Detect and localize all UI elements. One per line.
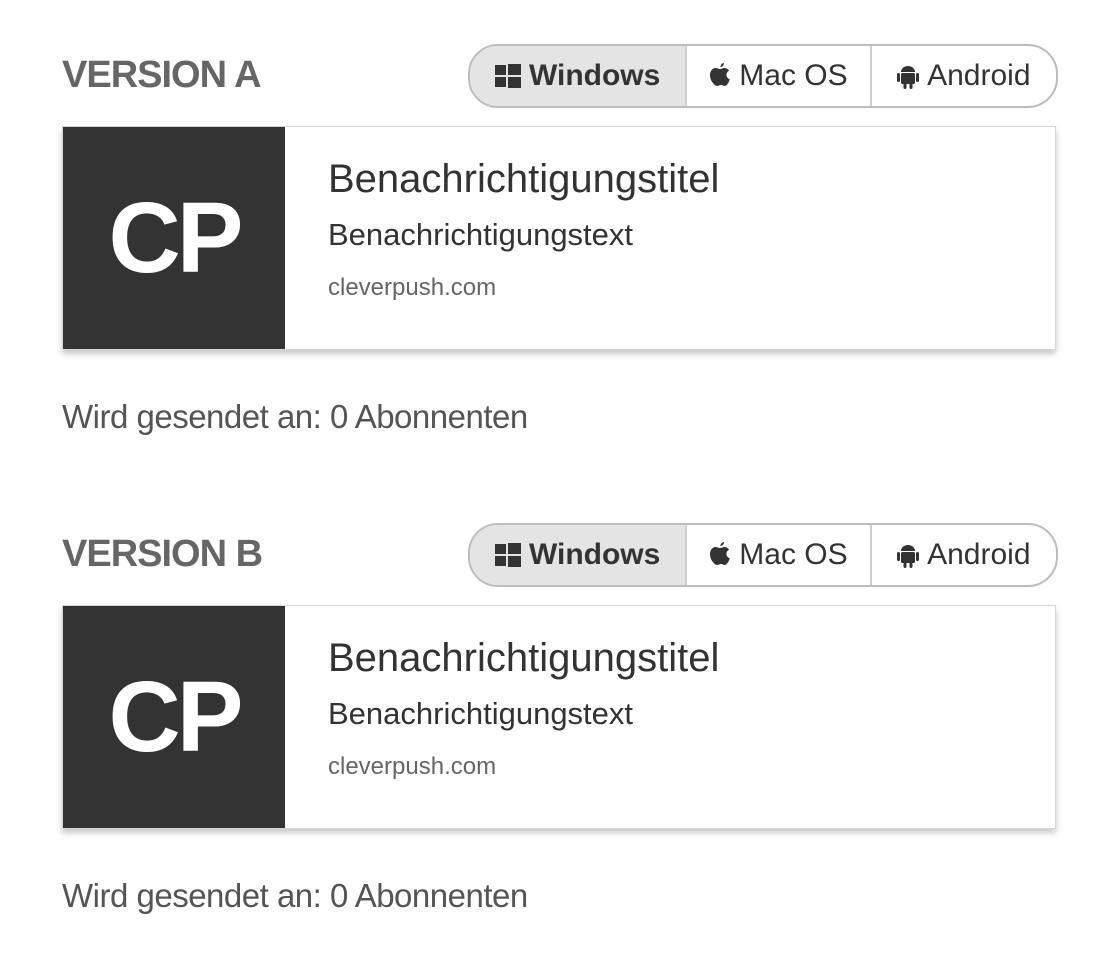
version-a-os-switch: Windows Mac OS Android	[468, 44, 1058, 108]
version-b-recipients: Wird gesendet an: 0 Abonnenten	[62, 877, 528, 914]
android-icon	[897, 63, 920, 89]
version-a-notification-text: Benachrichtigungstext	[328, 217, 634, 252]
version-a-windows-button[interactable]: Windows	[470, 46, 688, 106]
version-b-macos-label: Mac OS	[739, 538, 848, 571]
version-a-android-label: Android	[927, 59, 1031, 92]
version-b-notification-body: Benachrichtigungstitel Benachrichtigungs…	[285, 606, 719, 828]
version-b-header: VERSION B Windows Mac OS Android	[62, 523, 1058, 587]
apple-icon	[709, 63, 731, 89]
version-a-section: VERSION A Windows Mac OS Android CP Bena…	[62, 44, 1058, 436]
version-a-notification-domain: cleverpush.com	[328, 274, 497, 301]
windows-icon	[494, 543, 521, 567]
version-b-notification-preview: CP Benachrichtigungstitel Benachrichtigu…	[62, 605, 1056, 829]
version-b-notification-text: Benachrichtigungstext	[328, 696, 634, 731]
version-a-notification-body: Benachrichtigungstitel Benachrichtigungs…	[285, 127, 719, 349]
version-b-notification-icon: CP	[63, 606, 285, 828]
apple-icon	[709, 542, 731, 568]
version-b-os-switch: Windows Mac OS Android	[468, 523, 1058, 587]
version-b-android-button[interactable]: Android	[872, 525, 1056, 585]
version-a-recipients: Wird gesendet an: 0 Abonnenten	[62, 398, 528, 435]
version-b-section: VERSION B Windows Mac OS Android CP Bena…	[62, 523, 1058, 915]
version-a-notification-icon: CP	[63, 127, 285, 349]
version-b-android-label: Android	[927, 538, 1031, 571]
version-a-header: VERSION A Windows Mac OS Android	[62, 44, 1058, 108]
version-b-notification-title: Benachrichtigungstitel	[328, 636, 720, 680]
version-a-title: VERSION A	[62, 54, 262, 96]
version-a-notification-preview: CP Benachrichtigungstitel Benachrichtigu…	[62, 126, 1056, 350]
version-a-notification-title: Benachrichtigungstitel	[328, 157, 720, 201]
version-a-macos-button[interactable]: Mac OS	[687, 46, 872, 106]
android-icon	[897, 542, 920, 568]
windows-icon	[494, 64, 521, 88]
version-b-windows-label: Windows	[528, 538, 661, 571]
version-a-macos-label: Mac OS	[739, 59, 848, 92]
version-b-notification-domain: cleverpush.com	[328, 753, 497, 780]
version-b-macos-button[interactable]: Mac OS	[687, 525, 872, 585]
version-b-windows-button[interactable]: Windows	[470, 525, 688, 585]
version-b-title: VERSION B	[62, 533, 263, 575]
version-a-windows-label: Windows	[528, 59, 661, 92]
version-a-android-button[interactable]: Android	[872, 46, 1056, 106]
ab-test-preview: VERSION A Windows Mac OS Android CP Bena…	[0, 0, 1118, 966]
